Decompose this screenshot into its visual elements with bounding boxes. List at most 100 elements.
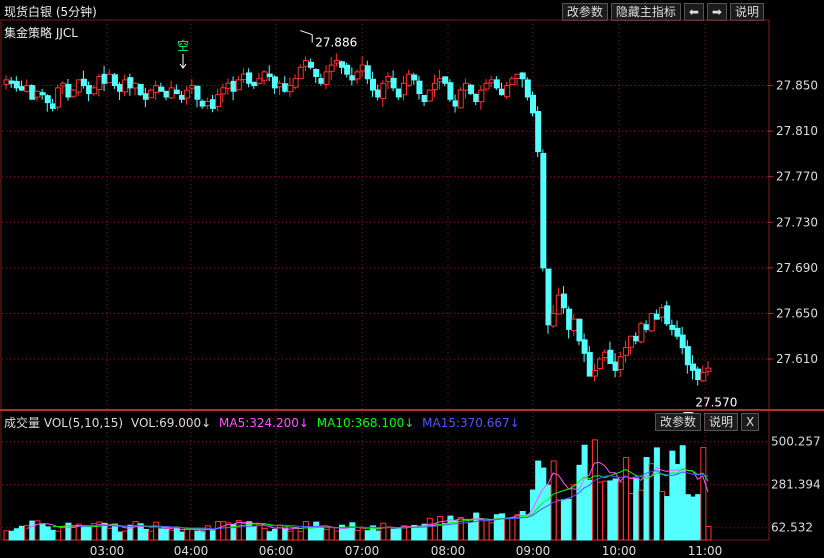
candle-body bbox=[49, 103, 56, 109]
candle-body bbox=[344, 64, 351, 75]
volume-bar bbox=[13, 528, 20, 541]
candle-body bbox=[287, 85, 294, 93]
low-label: 27.570 bbox=[695, 396, 737, 410]
volume-bar bbox=[478, 518, 485, 541]
x-tick-label: 07:00 bbox=[345, 544, 380, 558]
candle-body bbox=[648, 312, 655, 332]
y-tick-label: 27.770 bbox=[776, 170, 818, 184]
volume-bar bbox=[560, 499, 567, 541]
candle-body bbox=[179, 94, 185, 100]
axes: 03:00 04:00 06:00 07:00 08:00 09:00 10:00 11:00… bbox=[90, 79, 821, 558]
candle-body bbox=[602, 351, 609, 359]
candle-body bbox=[24, 85, 31, 92]
candle-body bbox=[13, 81, 20, 89]
candle-body bbox=[633, 335, 640, 342]
candle-body bbox=[586, 352, 593, 377]
volume-bar bbox=[607, 480, 614, 541]
candle-body bbox=[478, 89, 485, 103]
candle-body bbox=[235, 79, 242, 91]
candle-body bbox=[111, 74, 118, 87]
volume-bar bbox=[473, 512, 480, 541]
candle-body bbox=[447, 82, 454, 100]
candle-body bbox=[168, 87, 175, 99]
volume-bar bbox=[674, 464, 681, 541]
candle-body bbox=[153, 85, 160, 93]
candle-body bbox=[215, 94, 222, 108]
candle-body bbox=[591, 369, 598, 377]
volume-bar bbox=[8, 530, 15, 541]
candle-body bbox=[499, 88, 506, 96]
candle-body bbox=[91, 87, 98, 95]
candle-body bbox=[462, 82, 469, 91]
candle-body bbox=[117, 83, 124, 92]
candle-body bbox=[545, 268, 552, 326]
volume-bar bbox=[375, 530, 382, 541]
candle-body bbox=[34, 90, 41, 98]
candle-body bbox=[653, 313, 660, 320]
candle-body bbox=[75, 79, 82, 93]
kline-chart[interactable]: 03:00 04:00 06:00 07:00 08:00 09:00 10:00 11:00… bbox=[0, 0, 824, 558]
candle-body bbox=[65, 83, 72, 98]
volume-bar bbox=[39, 523, 46, 541]
candle-body bbox=[271, 76, 278, 89]
x-tick-label: 06:00 bbox=[259, 544, 294, 558]
volume-bar bbox=[220, 521, 227, 541]
volume-bar bbox=[122, 530, 129, 541]
candle-body bbox=[369, 78, 376, 91]
candle-body bbox=[122, 79, 129, 93]
candle-body bbox=[220, 87, 227, 95]
volume-bar bbox=[173, 526, 180, 541]
candle-body bbox=[148, 89, 155, 99]
candle-body bbox=[230, 80, 237, 92]
volume-bar bbox=[179, 531, 185, 541]
candle-body bbox=[421, 94, 428, 103]
volume-bars bbox=[3, 439, 712, 541]
volume-bar bbox=[199, 531, 206, 541]
volume-bar bbox=[18, 525, 25, 541]
candle-body bbox=[628, 335, 635, 348]
candle-body bbox=[70, 89, 77, 97]
volume-bar bbox=[664, 496, 671, 541]
candle-body bbox=[173, 89, 180, 95]
candle-body bbox=[669, 324, 676, 330]
candle-body bbox=[437, 78, 444, 83]
y-tick-label: 27.610 bbox=[776, 352, 818, 366]
volume-bar bbox=[163, 528, 170, 541]
x-tick-label: 10:00 bbox=[602, 544, 637, 558]
x-tick-label: 03:00 bbox=[90, 544, 125, 558]
volume-bar bbox=[437, 515, 444, 541]
volume-bar bbox=[633, 477, 640, 541]
candle-body bbox=[638, 323, 645, 343]
candle-body bbox=[3, 79, 10, 85]
volume-bar bbox=[354, 530, 361, 541]
volume-bar bbox=[29, 520, 36, 541]
candle-body bbox=[86, 85, 93, 95]
x-tick-label: 08:00 bbox=[431, 544, 466, 558]
volume-bar bbox=[80, 526, 87, 541]
volume-bar bbox=[158, 528, 165, 541]
volume-bar bbox=[49, 529, 56, 541]
candle-body bbox=[199, 100, 206, 107]
volume-bar bbox=[586, 479, 593, 541]
volume-bar bbox=[690, 496, 697, 541]
volume-bar bbox=[359, 527, 366, 541]
candle-body bbox=[395, 88, 402, 98]
y-tick-label: 27.810 bbox=[776, 124, 818, 138]
volume-bar bbox=[385, 526, 392, 541]
candle-body bbox=[550, 312, 557, 327]
candle-body bbox=[659, 307, 666, 318]
candle-body bbox=[400, 82, 407, 96]
candle-body bbox=[194, 85, 201, 100]
candle-body bbox=[359, 64, 366, 72]
volume-bar bbox=[86, 526, 93, 541]
volume-bar bbox=[566, 498, 573, 541]
candle-body bbox=[431, 82, 438, 90]
candle-body bbox=[566, 308, 573, 330]
volume-bar bbox=[576, 464, 583, 541]
volume-bar bbox=[545, 484, 552, 541]
volume-bar bbox=[153, 521, 160, 541]
candle-body bbox=[282, 83, 289, 92]
candle-body bbox=[705, 367, 712, 372]
candle-body bbox=[189, 85, 196, 89]
candle-body bbox=[457, 89, 464, 109]
